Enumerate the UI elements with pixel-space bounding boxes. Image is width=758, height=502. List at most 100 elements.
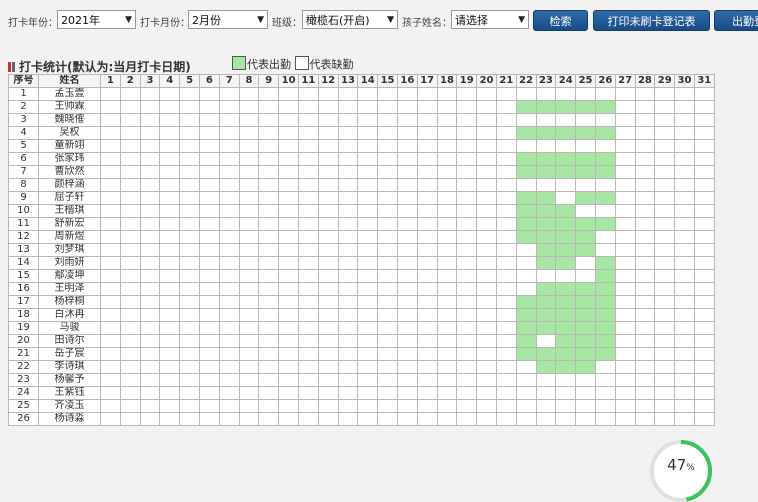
- attendance-cell-absent: [535, 178, 557, 192]
- attendance-cell-absent: [456, 399, 478, 413]
- chevron-down-icon: ▼: [518, 15, 525, 25]
- attendance-cell-absent: [495, 360, 517, 374]
- attendance-cell-absent: [297, 230, 319, 244]
- attendance-cell-absent: [396, 87, 418, 101]
- attendance-cell-absent: [159, 113, 181, 127]
- attendance-cell-absent: [416, 308, 438, 322]
- attendance-cell-absent: [416, 256, 438, 270]
- attendance-cell-absent: [495, 321, 517, 335]
- attendance-cell-absent: [594, 360, 616, 374]
- attendance-cell-absent: [258, 191, 280, 205]
- attendance-cell-absent: [476, 412, 497, 426]
- attendance-cell-absent: [654, 412, 676, 426]
- column-header-day: 31: [693, 74, 715, 88]
- attendance-cell-absent: [555, 412, 577, 426]
- attendance-cell-absent: [100, 204, 121, 218]
- attendance-cell-absent: [614, 139, 636, 153]
- attendance-cell-absent: [357, 126, 379, 140]
- attendance-cell-absent: [674, 373, 695, 387]
- attendance-cell-absent: [159, 399, 181, 413]
- month-label: 打卡月份：: [140, 18, 190, 29]
- attendance-cell-absent: [159, 334, 181, 348]
- attendance-cell-absent: [317, 282, 339, 296]
- attendance-cell-absent: [476, 165, 497, 179]
- row-name: 杨梓桐: [38, 295, 101, 309]
- attendance-cell-absent: [159, 139, 181, 153]
- row-name: 舒新宏: [38, 217, 101, 231]
- table-row: 20 田诗尔: [8, 334, 715, 348]
- attendance-cell-absent: [179, 373, 200, 387]
- child-select[interactable]: 请选择 ▼: [451, 10, 529, 29]
- attendance-cell-absent: [337, 321, 359, 335]
- year-select[interactable]: 2021年 ▼: [57, 10, 136, 29]
- attendance-cell-absent: [337, 230, 359, 244]
- attendance-cell-absent: [317, 269, 339, 283]
- attendance-cell-present: [515, 217, 537, 231]
- attendance-cell-absent: [594, 87, 616, 101]
- attendance-cell-absent: [179, 165, 200, 179]
- attendance-cell-absent: [436, 360, 458, 374]
- month-select[interactable]: 2月份 ▼: [188, 10, 268, 29]
- attendance-cell-absent: [693, 412, 715, 426]
- attendance-cell-present: [555, 165, 577, 179]
- attendance-cell-absent: [476, 217, 497, 231]
- attendance-cell-absent: [436, 334, 458, 348]
- attendance-cell-absent: [297, 139, 319, 153]
- row-seq: 22: [8, 360, 39, 374]
- attendance-cell-absent: [416, 360, 438, 374]
- attendance-cell-absent: [594, 178, 616, 192]
- attendance-cell-absent: [377, 165, 398, 179]
- attendance-cell-present: [555, 334, 577, 348]
- child-select-value: 请选择: [455, 14, 488, 27]
- column-header-day: 7: [218, 74, 240, 88]
- row-name: 马骏: [38, 321, 101, 335]
- search-button[interactable]: 检索: [533, 10, 588, 31]
- attendance-cell-absent: [614, 165, 636, 179]
- attendance-cell-absent: [654, 165, 676, 179]
- attendance-cell-absent: [159, 321, 181, 335]
- attendance-cell-absent: [456, 269, 478, 283]
- attendance-cell-absent: [100, 269, 121, 283]
- attendance-cell-absent: [258, 334, 280, 348]
- attendance-cell-absent: [436, 100, 458, 114]
- attendance-cell-absent: [337, 204, 359, 218]
- attendance-cell-absent: [396, 165, 418, 179]
- attendance-cell-absent: [297, 334, 319, 348]
- attendance-cell-present: [535, 152, 557, 166]
- attendance-cell-absent: [693, 191, 715, 205]
- attendance-cell-absent: [693, 282, 715, 296]
- attendance-cell-absent: [515, 399, 537, 413]
- row-name: 田诗尔: [38, 334, 101, 348]
- attendance-cell-absent: [693, 139, 715, 153]
- attendance-cell-absent: [674, 347, 695, 361]
- attendance-cell-absent: [476, 139, 497, 153]
- attendance-cell-absent: [258, 360, 280, 374]
- attendance-cell-absent: [594, 139, 616, 153]
- attendance-cell-absent: [495, 139, 517, 153]
- attendance-cell-absent: [297, 308, 319, 322]
- print-unswiped-register-button[interactable]: 打印未刷卡登记表: [593, 10, 710, 31]
- class-select[interactable]: 橄榄石(开启) ▼: [302, 10, 398, 29]
- attendance-cell-absent: [258, 139, 280, 153]
- attendance-cell-absent: [476, 230, 497, 244]
- attendance-cell-absent: [396, 217, 418, 231]
- attendance-cell-absent: [100, 373, 121, 387]
- attendance-cell-absent: [179, 204, 200, 218]
- export-attendance-button[interactable]: 出勤登: [714, 10, 758, 31]
- attendance-cell-absent: [337, 360, 359, 374]
- attendance-cell-absent: [258, 230, 280, 244]
- attendance-cell-absent: [396, 373, 418, 387]
- attendance-cell-absent: [218, 100, 240, 114]
- attendance-cell-absent: [416, 191, 438, 205]
- attendance-cell-absent: [476, 295, 497, 309]
- attendance-cell-absent: [337, 295, 359, 309]
- attendance-cell-absent: [238, 308, 260, 322]
- attendance-cell-absent: [317, 256, 339, 270]
- attendance-cell-present: [515, 230, 537, 244]
- attendance-cell-absent: [258, 165, 280, 179]
- attendance-cell-absent: [278, 282, 299, 296]
- attendance-cell-absent: [198, 191, 220, 205]
- attendance-cell-absent: [337, 178, 359, 192]
- attendance-cell-absent: [179, 243, 200, 257]
- legend: 代表出勤 代表缺勤: [232, 56, 354, 72]
